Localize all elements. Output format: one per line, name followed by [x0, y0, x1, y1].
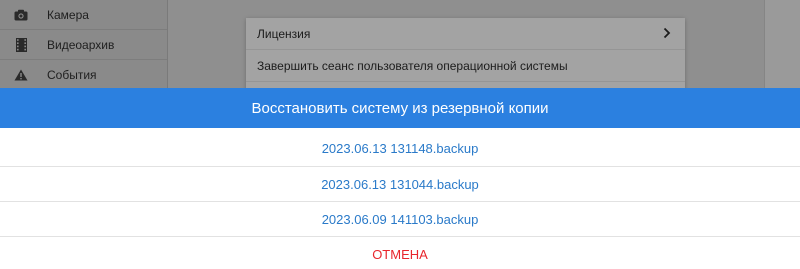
sidebar: Камера Видеоархив События	[0, 0, 168, 90]
sidebar-item-label: Видеоархив	[47, 37, 115, 52]
screen: Камера Видеоархив События Лицензия Завер…	[0, 0, 800, 269]
chevron-right-icon	[663, 27, 671, 42]
menu-item-license[interactable]: Лицензия	[246, 18, 685, 50]
cancel-button[interactable]: ОТМЕНА	[0, 237, 800, 269]
film-icon	[14, 37, 28, 52]
camera-icon	[14, 8, 28, 22]
backup-option[interactable]: 2023.06.09 141103.backup	[0, 202, 800, 237]
dialog-title-text: Восстановить систему из резервной копии	[251, 99, 549, 117]
menu-item-label: Завершить сеанс пользователя операционно…	[257, 58, 568, 73]
menu-item-label: Лицензия	[257, 26, 311, 41]
menu-item-logout-os-user[interactable]: Завершить сеанс пользователя операционно…	[246, 50, 685, 82]
sidebar-item-label: Камера	[47, 7, 89, 22]
sidebar-item-events[interactable]: События	[0, 60, 167, 90]
backup-option[interactable]: 2023.06.13 131044.backup	[0, 167, 800, 202]
context-menu: Лицензия Завершить сеанс пользователя оп…	[246, 18, 685, 98]
right-panel	[764, 0, 800, 88]
dialog-title: Восстановить систему из резервной копии	[0, 88, 800, 128]
sidebar-item-video-archive[interactable]: Видеоархив	[0, 30, 167, 60]
backup-option[interactable]: 2023.06.13 131148.backup	[0, 128, 800, 167]
backup-list: 2023.06.13 131148.backup 2023.06.13 1310…	[0, 128, 800, 269]
warning-icon	[14, 68, 28, 82]
sidebar-item-camera[interactable]: Камера	[0, 0, 167, 30]
sidebar-item-label: События	[47, 67, 97, 82]
